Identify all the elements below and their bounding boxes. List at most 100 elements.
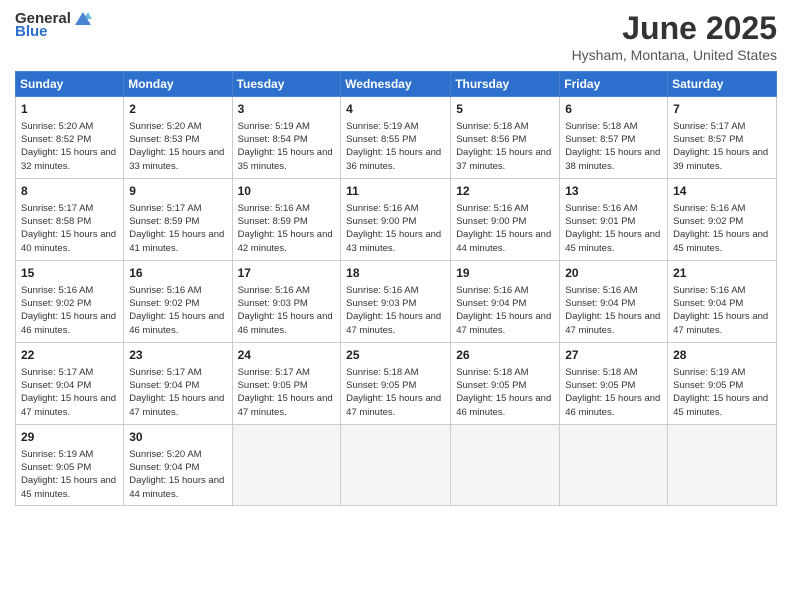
table-row: 7 Sunrise: 5:17 AMSunset: 8:57 PMDaylight… [668,97,777,179]
table-row: 23 Sunrise: 5:17 AMSunset: 9:04 PMDayligh… [124,343,232,425]
table-row: 13 Sunrise: 5:16 AMSunset: 9:01 PMDayligh… [560,179,668,261]
day-info: Sunrise: 5:20 AMSunset: 8:52 PMDaylight:… [21,121,116,172]
col-monday: Monday [124,72,232,97]
table-row: 19 Sunrise: 5:16 AMSunset: 9:04 PMDayligh… [451,261,560,343]
table-row [341,425,451,506]
day-number: 8 [21,183,118,200]
col-tuesday: Tuesday [232,72,341,97]
day-info: Sunrise: 5:16 AMSunset: 9:02 PMDaylight:… [21,285,116,336]
day-info: Sunrise: 5:19 AMSunset: 8:55 PMDaylight:… [346,121,441,172]
day-number: 24 [238,347,336,364]
calendar-row: 15Sunrise: 5:16 AMSunset: 9:02 PMDayligh… [16,261,777,343]
day-info: Sunrise: 5:19 AMSunset: 9:05 PMDaylight:… [21,449,116,500]
day-number: 20 [565,265,662,282]
table-row: 22 Sunrise: 5:17 AMSunset: 9:04 PMDayligh… [16,343,124,425]
day-info: Sunrise: 5:16 AMSunset: 8:59 PMDaylight:… [238,203,333,254]
calendar-row: 8 Sunrise: 5:17 AMSunset: 8:58 PMDaylight… [16,179,777,261]
day-info: Sunrise: 5:17 AMSunset: 9:05 PMDaylight:… [238,367,333,418]
day-info: Sunrise: 5:18 AMSunset: 9:05 PMDaylight:… [346,367,441,418]
day-number: 21 [673,265,771,282]
table-row: 16 Sunrise: 5:16 AMSunset: 9:02 PMDayligh… [124,261,232,343]
day-number: 18 [346,265,445,282]
table-row: 28Sunrise: 5:19 AMSunset: 9:05 PMDayligh… [668,343,777,425]
day-number: 3 [238,101,336,118]
table-row [232,425,341,506]
day-number: 16 [129,265,226,282]
day-info: Sunrise: 5:16 AMSunset: 9:04 PMDaylight:… [456,285,551,336]
day-number: 1 [21,101,118,118]
col-wednesday: Wednesday [341,72,451,97]
table-row: 12 Sunrise: 5:16 AMSunset: 9:00 PMDayligh… [451,179,560,261]
day-info: Sunrise: 5:20 AMSunset: 8:53 PMDaylight:… [129,121,224,172]
table-row: 21 Sunrise: 5:16 AMSunset: 9:04 PMDayligh… [668,261,777,343]
calendar-row: 29 Sunrise: 5:19 AMSunset: 9:05 PMDayligh… [16,425,777,506]
table-row: 5 Sunrise: 5:18 AMSunset: 8:56 PMDaylight… [451,97,560,179]
day-number: 13 [565,183,662,200]
logo-icon [74,11,92,27]
day-info: Sunrise: 5:16 AMSunset: 9:00 PMDaylight:… [456,203,551,254]
day-number: 2 [129,101,226,118]
day-number: 27 [565,347,662,364]
table-row: 4 Sunrise: 5:19 AMSunset: 8:55 PMDaylight… [341,97,451,179]
day-number: 29 [21,429,118,446]
day-number: 5 [456,101,554,118]
day-info: Sunrise: 5:16 AMSunset: 9:03 PMDaylight:… [238,285,333,336]
day-number: 22 [21,347,118,364]
day-info: Sunrise: 5:16 AMSunset: 9:04 PMDaylight:… [673,285,768,336]
day-number: 25 [346,347,445,364]
day-info: Sunrise: 5:17 AMSunset: 9:04 PMDaylight:… [129,367,224,418]
day-number: 28 [673,347,771,364]
table-row [451,425,560,506]
day-number: 10 [238,183,336,200]
day-number: 23 [129,347,226,364]
day-info: Sunrise: 5:20 AMSunset: 9:04 PMDaylight:… [129,449,224,500]
day-number: 17 [238,265,336,282]
day-info: Sunrise: 5:16 AMSunset: 9:00 PMDaylight:… [346,203,441,254]
table-row: 1 Sunrise: 5:20 AMSunset: 8:52 PMDaylight… [16,97,124,179]
table-row: 3 Sunrise: 5:19 AMSunset: 8:54 PMDaylight… [232,97,341,179]
day-info: Sunrise: 5:19 AMSunset: 8:54 PMDaylight:… [238,121,333,172]
table-row: 11 Sunrise: 5:16 AMSunset: 9:00 PMDayligh… [341,179,451,261]
logo-blue: Blue [15,23,48,40]
table-row: 25 Sunrise: 5:18 AMSunset: 9:05 PMDayligh… [341,343,451,425]
table-row: 17 Sunrise: 5:16 AMSunset: 9:03 PMDayligh… [232,261,341,343]
table-row [560,425,668,506]
day-number: 11 [346,183,445,200]
day-number: 9 [129,183,226,200]
col-friday: Friday [560,72,668,97]
day-number: 4 [346,101,445,118]
day-info: Sunrise: 5:16 AMSunset: 9:02 PMDaylight:… [129,285,224,336]
calendar-row: 22 Sunrise: 5:17 AMSunset: 9:04 PMDayligh… [16,343,777,425]
table-row: 9Sunrise: 5:17 AMSunset: 8:59 PMDaylight… [124,179,232,261]
table-row: 10 Sunrise: 5:16 AMSunset: 8:59 PMDayligh… [232,179,341,261]
table-row: 20 Sunrise: 5:16 AMSunset: 9:04 PMDayligh… [560,261,668,343]
day-info: Sunrise: 5:18 AMSunset: 8:56 PMDaylight:… [456,121,551,172]
table-row: 30Sunrise: 5:20 AMSunset: 9:04 PMDayligh… [124,425,232,506]
page: General Blue June 2025 Hysham, Montana, … [0,0,792,612]
day-info: Sunrise: 5:16 AMSunset: 9:03 PMDaylight:… [346,285,441,336]
calendar-header-row: Sunday Monday Tuesday Wednesday Thursday… [16,72,777,97]
day-info: Sunrise: 5:16 AMSunset: 9:04 PMDaylight:… [565,285,660,336]
day-info: Sunrise: 5:18 AMSunset: 9:05 PMDaylight:… [565,367,660,418]
col-saturday: Saturday [668,72,777,97]
day-info: Sunrise: 5:17 AMSunset: 8:58 PMDaylight:… [21,203,116,254]
location: Hysham, Montana, United States [572,47,777,63]
day-info: Sunrise: 5:17 AMSunset: 8:57 PMDaylight:… [673,121,768,172]
col-thursday: Thursday [451,72,560,97]
day-number: 7 [673,101,771,118]
day-number: 19 [456,265,554,282]
table-row: 24 Sunrise: 5:17 AMSunset: 9:05 PMDayligh… [232,343,341,425]
day-number: 12 [456,183,554,200]
day-info: Sunrise: 5:17 AMSunset: 9:04 PMDaylight:… [21,367,116,418]
day-info: Sunrise: 5:16 AMSunset: 9:01 PMDaylight:… [565,203,660,254]
table-row: 15Sunrise: 5:16 AMSunset: 9:02 PMDayligh… [16,261,124,343]
month-title: June 2025 [572,10,777,47]
calendar-row: 1 Sunrise: 5:20 AMSunset: 8:52 PMDaylight… [16,97,777,179]
title-section: June 2025 Hysham, Montana, United States [572,10,777,63]
day-number: 26 [456,347,554,364]
col-sunday: Sunday [16,72,124,97]
table-row: 2 Sunrise: 5:20 AMSunset: 8:53 PMDaylight… [124,97,232,179]
table-row: 18 Sunrise: 5:16 AMSunset: 9:03 PMDayligh… [341,261,451,343]
day-info: Sunrise: 5:18 AMSunset: 9:05 PMDaylight:… [456,367,551,418]
day-info: Sunrise: 5:18 AMSunset: 8:57 PMDaylight:… [565,121,660,172]
